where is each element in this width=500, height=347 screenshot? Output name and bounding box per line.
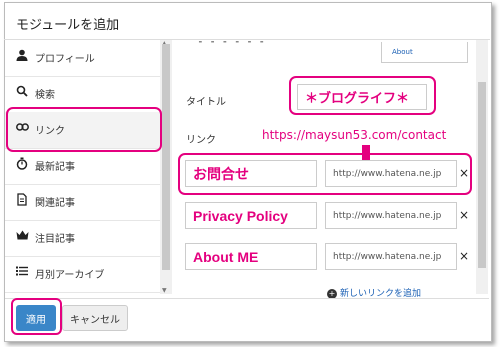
sidebar-scrollbar[interactable]: ▲ ▼ xyxy=(160,40,172,294)
remove-link-button-2[interactable]: × xyxy=(459,208,469,222)
link-name-3: About ME xyxy=(193,248,259,265)
about-url-text: About xyxy=(392,48,413,56)
document-icon xyxy=(15,193,29,207)
search-icon xyxy=(15,85,29,99)
link-url-2: http://www.hatena.ne.jp xyxy=(333,210,442,221)
sidebar-item-recent[interactable]: 最新記事 xyxy=(5,148,160,185)
apply-highlight xyxy=(11,298,62,335)
dialog-title: モジュールを追加 xyxy=(16,18,120,33)
dialog-titlebar: モジュールを追加 xyxy=(4,2,490,40)
sidebar-link-highlight xyxy=(6,107,162,152)
link-row-highlight xyxy=(178,153,472,195)
person-icon xyxy=(15,49,29,63)
remove-link-button-3[interactable]: × xyxy=(459,249,469,263)
about-url-field[interactable]: About xyxy=(381,42,468,63)
crown-icon xyxy=(15,229,29,243)
link-url-3: http://www.hatena.ne.jp xyxy=(333,251,442,262)
sidebar-item-label: 関連記事 xyxy=(35,198,75,209)
link-name-input-2[interactable]: Privacy Policy xyxy=(185,202,317,229)
cancel-button[interactable]: キャンセル xyxy=(62,305,128,331)
sidebar-scroll-thumb[interactable] xyxy=(162,44,170,270)
sidebar-item-label: 注目記事 xyxy=(35,234,75,245)
link-url-input-3[interactable]: http://www.hatena.ne.jp xyxy=(325,243,457,270)
sidebar-item-profile[interactable]: プロフィール xyxy=(5,40,160,77)
sidebar-item-label: 検索 xyxy=(35,90,55,101)
list-icon xyxy=(15,265,29,279)
sidebar-item-related[interactable]: 関連記事 xyxy=(5,184,160,221)
sidebar-item-label: プロフィール xyxy=(35,54,95,65)
stopwatch-icon xyxy=(15,157,29,171)
title-highlight xyxy=(289,76,436,115)
cutoff-row: ╸ ╸ ╸ ╸ ╸ ╸ xyxy=(199,38,268,48)
sidebar-item-featured[interactable]: 注目記事 xyxy=(5,220,160,257)
sidebar-item-label: 月別アーカイブ xyxy=(35,270,105,281)
main-scrollbar[interactable] xyxy=(476,40,488,294)
scroll-down-icon[interactable]: ▼ xyxy=(162,287,167,294)
annotation-url: https://maysun53.com/contact xyxy=(262,128,447,142)
link-url-input-2[interactable]: http://www.hatena.ne.jp xyxy=(325,202,457,229)
link-name-input-3[interactable]: About ME xyxy=(185,243,317,270)
link-name-2: Privacy Policy xyxy=(193,207,288,224)
module-sidebar: プロフィール 検索 リンク 最新記事 関連記事 注目記事 月別アーカイブ xyxy=(5,40,161,294)
title-label: タイトル xyxy=(186,97,226,108)
sidebar-item-label: 最新記事 xyxy=(35,162,75,173)
main-scroll-thumb[interactable] xyxy=(478,82,486,268)
sidebar-item-archive[interactable]: 月別アーカイブ xyxy=(5,256,160,293)
links-label: リンク xyxy=(186,135,216,146)
